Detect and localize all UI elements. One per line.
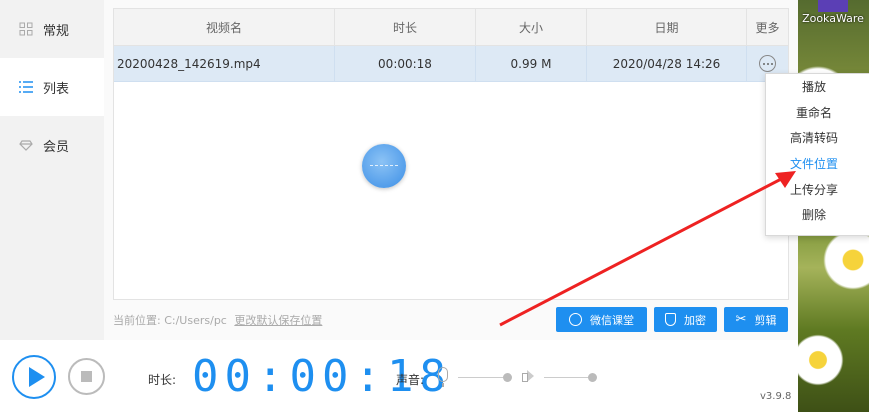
stop-icon[interactable] <box>68 358 105 395</box>
sidebar-item-label: 会员 <box>43 139 70 155</box>
volume-label: 声音: <box>396 373 425 387</box>
encrypt-label: 加密 <box>684 313 706 327</box>
cut-label: 剪辑 <box>754 313 777 327</box>
speaker-volume-slider[interactable] <box>544 377 590 378</box>
change-save-location-link[interactable]: 更改默认保存位置 <box>234 314 322 327</box>
encrypt-button[interactable]: 加密 <box>654 307 717 332</box>
menu-item-play[interactable]: 播放 <box>766 74 869 100</box>
cell-name: 20200428_142619.mp4 <box>114 46 335 81</box>
cell-date: 2020/04/28 14:26 <box>587 46 747 81</box>
sidebar-item-label: 常规 <box>43 23 70 39</box>
header-size[interactable]: 大小 <box>476 9 587 45</box>
desktop-shortcut-zookaware[interactable]: ZookaWare <box>801 0 865 25</box>
table-header: 视频名 时长 大小 日期 更多 <box>114 9 788 46</box>
player-bar: 时长: 00:00:18 声音: v3.9.8 <box>0 340 798 412</box>
list-icon <box>19 80 33 94</box>
sidebar: 常规 列表 会员 <box>0 0 104 340</box>
duration-label: 时长: <box>148 373 177 387</box>
sidebar-item-list[interactable]: 列表 <box>0 58 104 116</box>
grid-icon <box>19 22 33 36</box>
cell-duration: 00:00:18 <box>335 46 476 81</box>
loading-spinner-icon <box>362 144 406 188</box>
path-label: 当前位置: <box>113 314 161 327</box>
speaker-icon[interactable] <box>522 370 534 383</box>
play-icon[interactable] <box>12 355 56 399</box>
menu-item-upload-share[interactable]: 上传分享 <box>766 176 869 202</box>
menu-item-rename[interactable]: 重命名 <box>766 100 869 126</box>
microphone-icon[interactable] <box>438 367 448 387</box>
header-more: 更多 <box>755 20 780 35</box>
shield-icon <box>665 313 676 326</box>
sidebar-item-general[interactable]: 常规 <box>0 0 104 58</box>
table-row[interactable]: 20200428_142619.mp4 00:00:18 0.99 M 2020… <box>114 46 788 82</box>
scissors-icon: ✂ <box>735 312 747 327</box>
save-location: 当前位置: C:/Users/pc 更改默认保存位置 <box>113 312 322 328</box>
flower-decoration <box>798 330 848 390</box>
header-date[interactable]: 日期 <box>587 9 747 45</box>
speaker-volume-handle[interactable] <box>588 373 597 382</box>
sidebar-item-member[interactable]: 会员 <box>0 116 104 174</box>
app-icon <box>818 0 848 12</box>
menu-item-file-location[interactable]: 文件位置 <box>766 151 869 177</box>
more-options-icon[interactable] <box>759 55 776 72</box>
menu-item-delete[interactable]: 删除 <box>766 202 869 228</box>
context-menu: 播放 重命名 高清转码 文件位置 上传分享 删除 <box>765 73 869 236</box>
path-value: C:/Users/pc <box>164 314 227 327</box>
header-name[interactable]: 视频名 <box>114 9 335 45</box>
mic-volume-slider[interactable] <box>458 377 504 378</box>
link-icon <box>569 313 582 326</box>
weixin-classroom-button[interactable]: 微信课堂 <box>556 307 647 332</box>
mic-volume-handle[interactable] <box>503 373 512 382</box>
header-duration[interactable]: 时长 <box>335 9 476 45</box>
diamond-icon <box>19 138 33 152</box>
sidebar-item-label: 列表 <box>43 81 70 97</box>
cell-size: 0.99 M <box>476 46 587 81</box>
weixin-classroom-label: 微信课堂 <box>590 313 634 327</box>
version-label: v3.9.8 <box>760 391 792 402</box>
video-table: 视频名 时长 大小 日期 更多 20200428_142619.mp4 00:0… <box>113 8 789 300</box>
desktop-shortcut-label: ZookaWare <box>802 12 864 25</box>
cut-button[interactable]: ✂ 剪辑 <box>724 307 788 332</box>
menu-item-hd-transcode[interactable]: 高清转码 <box>766 125 869 151</box>
main-panel: 视频名 时长 大小 日期 更多 20200428_142619.mp4 00:0… <box>104 0 798 340</box>
